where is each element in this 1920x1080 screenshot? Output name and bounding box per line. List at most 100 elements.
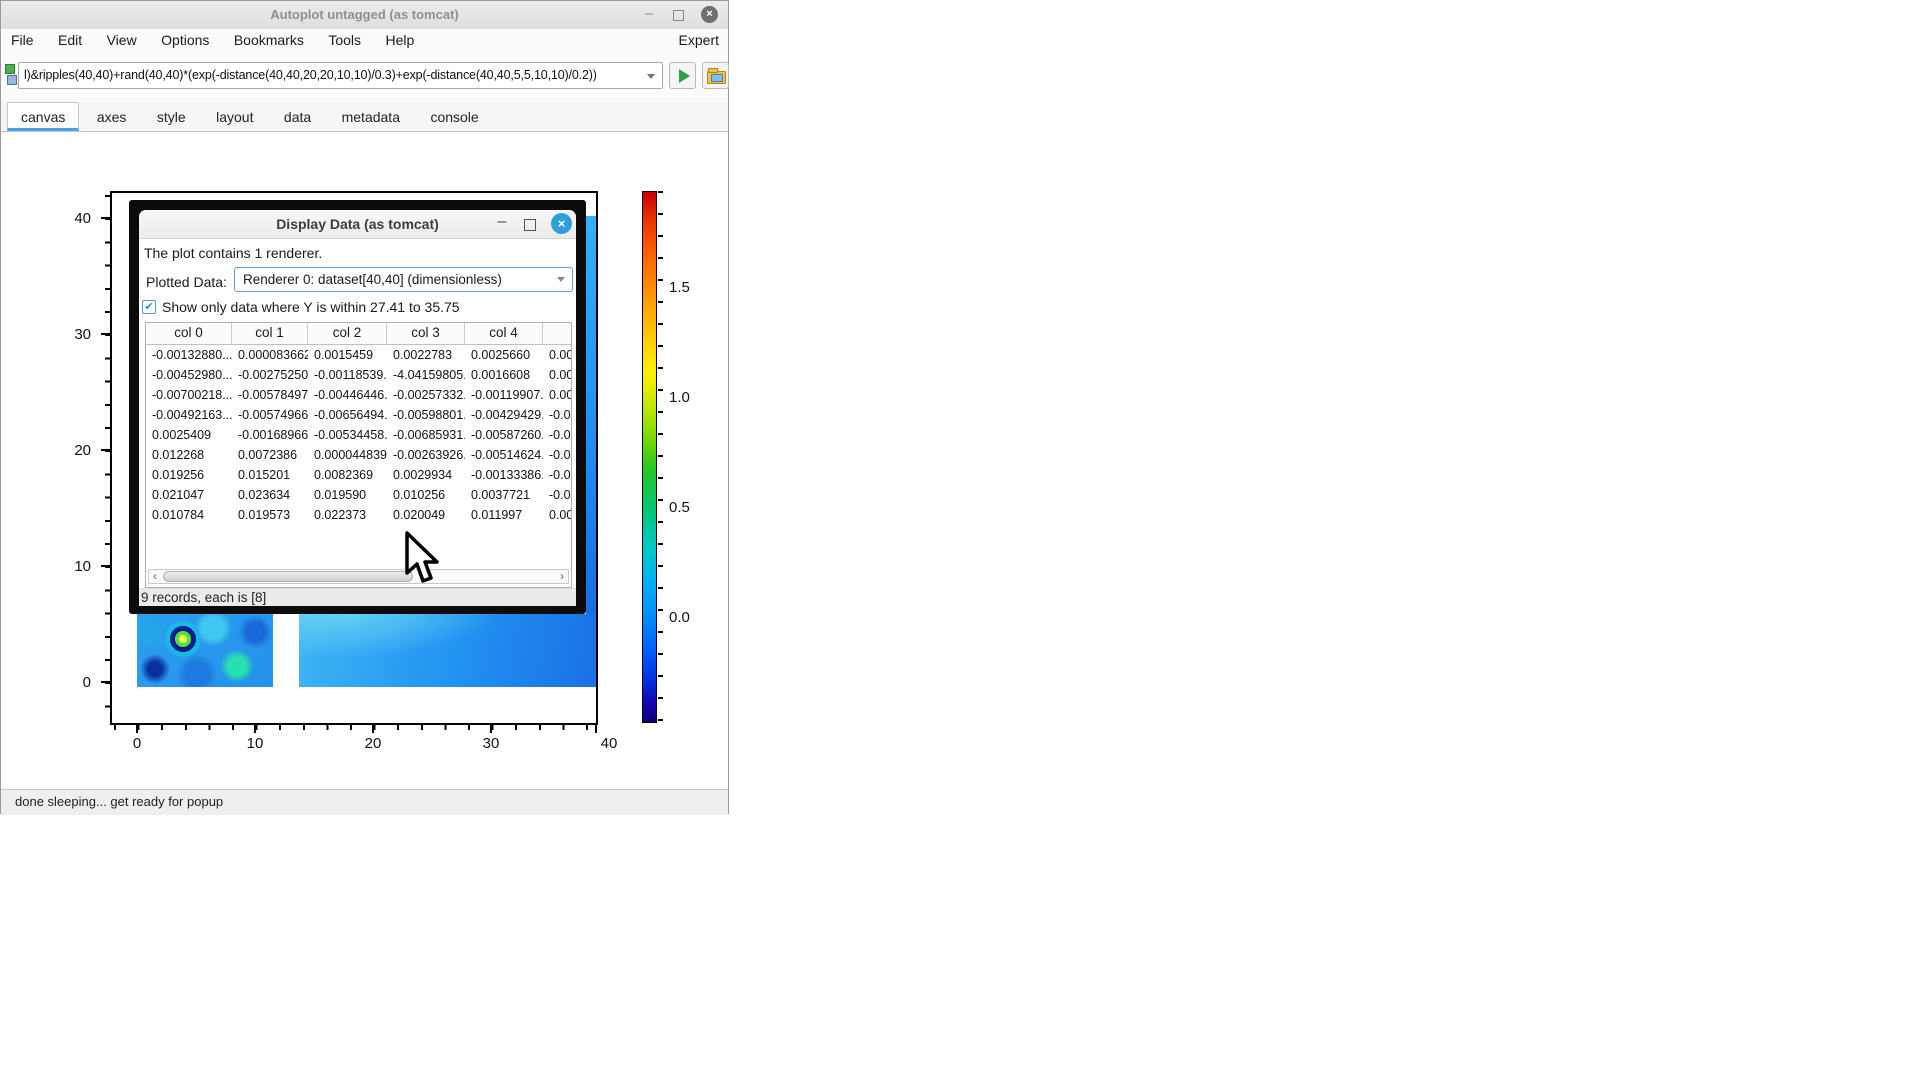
column-header[interactable]: col 1 [232, 323, 308, 344]
column-header[interactable]: col 4 [465, 323, 543, 344]
tab-console[interactable]: console [417, 103, 491, 130]
table-cell: -0.00578497... [232, 385, 308, 405]
y-tick-label: 30 [55, 326, 91, 342]
table-cell: 0.0025409 [146, 425, 232, 445]
window-titlebar[interactable]: Autoplot untagged (as tomcat) – × [1, 1, 728, 30]
table-cell: -0.00598801... [387, 405, 465, 425]
table-cell: -0.00132880... [146, 345, 232, 365]
play-icon [679, 69, 690, 83]
table-row[interactable]: 0.0025409-0.00168966...-0.00534458...-0.… [146, 425, 571, 445]
table-cell: 0.011997 [465, 505, 543, 525]
y-tick-label: 0 [55, 674, 91, 690]
menu-tools[interactable]: Tools [318, 29, 371, 51]
uri-address-value[interactable]: l)&ripples(40,40)+rand(40,40)*(exp(-dist… [24, 63, 640, 88]
colorbar-tick-label: 0.0 [669, 609, 709, 625]
table-row[interactable]: -0.00132880...0.0000836620.00154590.0022… [146, 345, 571, 365]
table-cell: -0.0 [543, 425, 571, 445]
table-row[interactable]: -0.00700218...-0.00578497...-0.00446446.… [146, 385, 571, 405]
dialog-close-icon[interactable]: × [551, 213, 572, 234]
table-cell: 0.012268 [146, 445, 232, 465]
tab-bar: canvas axes style layout data metadata c… [1, 102, 728, 132]
table-cell: -0.00446446... [308, 385, 387, 405]
records-status-text: 9 records, each is [8] [139, 588, 576, 606]
table-cell: -0.00257332... [387, 385, 465, 405]
plotted-data-select[interactable]: Renderer 0: dataset[40,40] (dimensionles… [234, 267, 573, 292]
datasource-indicator-icon [5, 64, 19, 86]
address-toolbar: l)&ripples(40,40)+rand(40,40)*(exp(-dist… [1, 52, 728, 102]
dialog-maximize-icon[interactable] [524, 219, 536, 231]
filter-checkbox-label[interactable]: Show only data where Y is within 27.41 t… [162, 299, 460, 315]
open-file-button[interactable] [702, 62, 729, 89]
table-cell: 0.0082369 [308, 465, 387, 485]
menu-bar: File Edit View Options Bookmarks Tools H… [1, 29, 728, 52]
x-tick-label: 20 [355, 735, 391, 751]
go-plot-button[interactable] [669, 62, 696, 89]
table-cell: -0.00452980... [146, 365, 232, 385]
tab-data[interactable]: data [271, 103, 324, 130]
column-header[interactable] [543, 323, 571, 344]
table-cell: 0.0072386 [232, 445, 308, 465]
table-cell: 0.0025660 [465, 345, 543, 365]
table-row[interactable]: -0.00452980...-0.00275250...-0.00118539.… [146, 365, 571, 385]
scrollbar-thumb[interactable] [163, 571, 413, 582]
colorbar-tick-label: 1.5 [669, 279, 709, 295]
menu-edit[interactable]: Edit [48, 29, 92, 51]
dialog-titlebar[interactable]: Display Data (as tomcat) – × [139, 210, 576, 239]
scroll-right-icon[interactable]: › [556, 570, 568, 583]
table-cell: 0.015201 [232, 465, 308, 485]
menu-help[interactable]: Help [375, 29, 424, 51]
status-bar: done sleeping... get ready for popup [1, 789, 728, 815]
x-tick-label: 0 [119, 735, 155, 751]
y-axis-minor-ticks [105, 195, 110, 723]
table-cell: -0.00275250... [232, 365, 308, 385]
table-cell: 0.000044839 [308, 445, 387, 465]
display-data-dialog: Display Data (as tomcat) – × The plot co… [139, 210, 576, 606]
tab-layout[interactable]: layout [203, 103, 266, 130]
table-cell: 0.00 [543, 385, 571, 405]
expert-toggle[interactable]: Expert [679, 32, 719, 48]
window-maximize-icon[interactable] [673, 10, 684, 21]
column-header[interactable]: col 2 [308, 323, 387, 344]
table-cell: -0.00429429... [465, 405, 543, 425]
table-row[interactable]: -0.00492163...-0.00574966...-0.00656494.… [146, 405, 571, 425]
table-cell: -0.00168966... [232, 425, 308, 445]
table-cell: 0.0015459 [308, 345, 387, 365]
table-header: col 0 col 1 col 2 col 3 col 4 [146, 323, 571, 345]
desktop: { "window": { "title": "Autoplot untagge… [0, 0, 1920, 1080]
window-minimize-icon[interactable]: – [641, 1, 657, 29]
table-cell: 0.010256 [387, 485, 465, 505]
dialog-title: Display Data (as tomcat) [139, 210, 576, 238]
dialog-minimize-icon[interactable]: – [494, 210, 510, 234]
table-cell: -0.0 [543, 485, 571, 505]
table-row[interactable]: 0.0107840.0195730.0223730.0200490.011997… [146, 505, 571, 525]
chevron-down-icon[interactable] [647, 74, 655, 79]
table-cell: 0.0016608 [465, 365, 543, 385]
tab-axes[interactable]: axes [84, 103, 140, 130]
tab-style[interactable]: style [144, 103, 199, 130]
menu-bookmarks[interactable]: Bookmarks [224, 29, 314, 51]
menu-file[interactable]: File [1, 29, 44, 51]
window-close-icon[interactable]: × [701, 6, 718, 23]
menu-options[interactable]: Options [151, 29, 219, 51]
column-header[interactable]: col 0 [146, 323, 232, 344]
menu-view[interactable]: View [97, 29, 147, 51]
tab-canvas[interactable]: canvas [7, 102, 79, 131]
table-cell: -0.00656494... [308, 405, 387, 425]
filter-checkbox[interactable]: ✔ [142, 300, 156, 314]
table-cell: 0.000083662 [232, 345, 308, 365]
table-row[interactable]: 0.0122680.00723860.000044839-0.00263926.… [146, 445, 571, 465]
table-cell: 0.0037721 [465, 485, 543, 505]
uri-address-combobox[interactable]: l)&ripples(40,40)+rand(40,40)*(exp(-dist… [18, 62, 663, 89]
table-cell: 0.020049 [387, 505, 465, 525]
table-row[interactable]: 0.0210470.0236340.0195900.0102560.003772… [146, 485, 571, 505]
tab-metadata[interactable]: metadata [329, 103, 413, 130]
scroll-left-icon[interactable]: ‹ [149, 570, 161, 583]
autoplot-window: Autoplot untagged (as tomcat) – × File E… [0, 0, 729, 814]
renderer-count-text: The plot contains 1 renderer. [144, 245, 322, 261]
horizontal-scrollbar[interactable]: ‹ › [148, 569, 569, 584]
colorbar[interactable] [642, 191, 657, 723]
table-row[interactable]: 0.0192560.0152010.00823690.0029934-0.001… [146, 465, 571, 485]
x-tick-label: 40 [591, 735, 627, 751]
column-header[interactable]: col 3 [387, 323, 465, 344]
data-table[interactable]: col 0 col 1 col 2 col 3 col 4 -0.0013288… [145, 322, 572, 588]
